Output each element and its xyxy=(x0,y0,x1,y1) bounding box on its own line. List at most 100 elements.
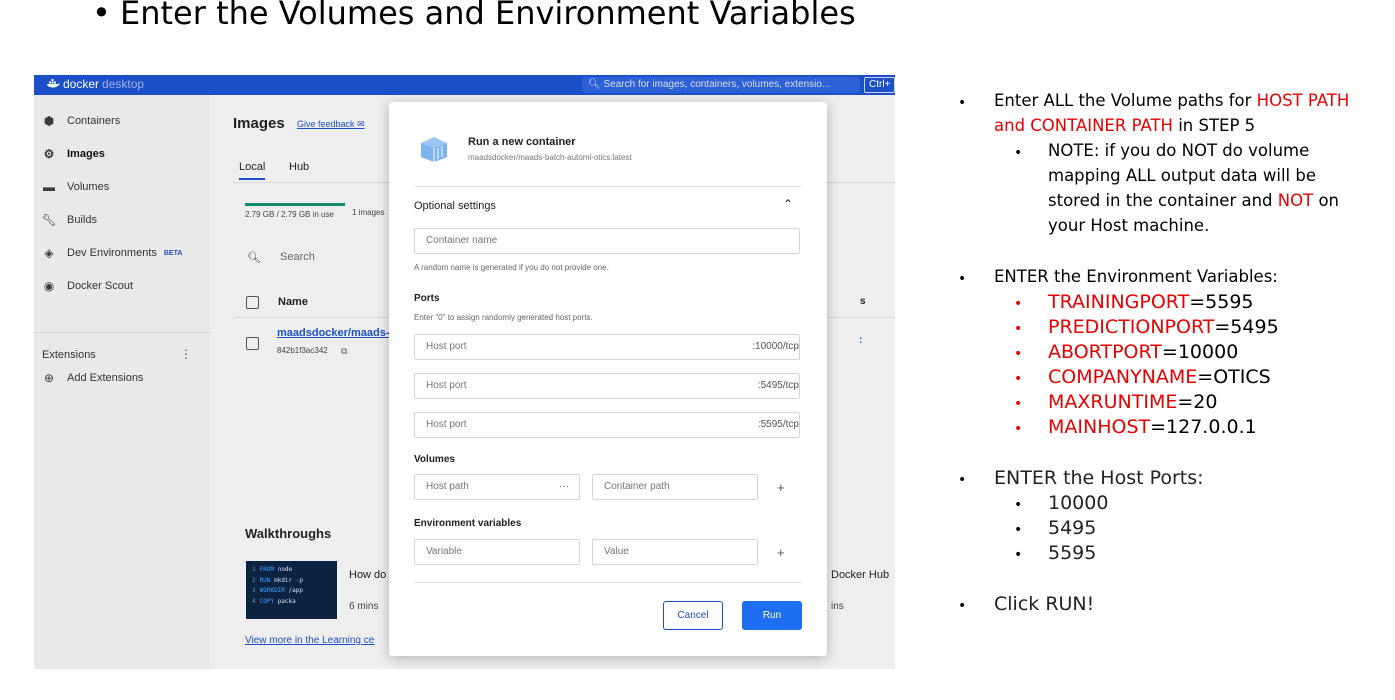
search-icon: 🔍︎ xyxy=(588,79,604,90)
sidebar-item-dev-environments[interactable]: ◈ Dev Environments BETA xyxy=(40,243,182,263)
env-var-maxruntime: MAXRUNTIME=20 xyxy=(1048,391,1218,413)
note-line2: mapping ALL output data will be xyxy=(1048,166,1317,185)
image-search-input[interactable]: Search xyxy=(280,251,315,263)
note-line1: NOTE: if you do NOT do volume xyxy=(1048,141,1310,160)
bullet-icon: • xyxy=(958,472,967,488)
global-search-input[interactable]: 🔍︎ Search for images, containers, volume… xyxy=(582,77,860,93)
walkthrough-code-thumbnail[interactable]: 1 FROM node 2 RUN mkdir -p 3 WORKDIR /app 4… xyxy=(246,561,337,619)
bullet-icon: • xyxy=(1014,371,1023,387)
bullet-icon: • xyxy=(1014,145,1023,161)
walkthrough-card2-title[interactable]: Docker Hub xyxy=(831,569,889,581)
row-checkbox[interactable] xyxy=(246,337,259,350)
beta-badge: BETA xyxy=(163,249,183,257)
wrench-icon: 🔧︎ xyxy=(41,213,57,227)
walkthrough-card-time: 6 mins xyxy=(349,601,379,612)
code-line: 3 WORKDIR /app xyxy=(252,587,303,594)
env-vars-label: Environment variables xyxy=(414,518,522,529)
bullet-icon: • xyxy=(1014,396,1023,412)
browse-more-icon[interactable]: ··· xyxy=(559,481,569,492)
feedback-link[interactable]: Give feedback ✉ xyxy=(297,119,365,130)
code-line: 4 COPY packa xyxy=(252,597,296,605)
host-port-input-5595[interactable]: Host port:5595/tcp xyxy=(414,412,800,438)
sidebar-divider xyxy=(34,332,210,333)
host-path-input[interactable]: Host path xyxy=(414,474,580,500)
add-env-var-icon[interactable]: + xyxy=(777,545,785,560)
env-var-mainhost: MAINHOST=127.0.0.1 xyxy=(1048,416,1257,438)
column-header-name[interactable]: Name xyxy=(278,296,308,308)
search-shortcut-badge: Ctrl+ xyxy=(864,77,895,93)
bullet-icon: • xyxy=(958,95,967,111)
code-line: 1 FROM node xyxy=(252,566,293,573)
bullet-icon: • xyxy=(1014,296,1023,312)
column-header-stub: s xyxy=(860,296,866,307)
bullet-icon: • xyxy=(958,271,967,287)
sidebar-item-docker-scout[interactable]: ◉ Docker Scout xyxy=(40,276,133,296)
port-suffix: :5495/tcp xyxy=(757,380,799,391)
tab-local[interactable]: Local xyxy=(239,161,266,180)
extensions-menu-icon[interactable]: ⋮ xyxy=(180,347,192,361)
walkthrough-card2-time: ins xyxy=(831,601,844,612)
disk-usage-text: 2.79 GB / 2.79 GB in use xyxy=(245,210,334,219)
bullet-icon: • xyxy=(1014,547,1023,563)
volumes-label: Volumes xyxy=(414,454,455,465)
feedback-icon: ✉ xyxy=(357,119,365,129)
select-all-checkbox[interactable] xyxy=(246,296,259,309)
sidebar-item-builds[interactable]: 🔧︎ Builds xyxy=(40,210,97,230)
container-name-hint: A random name is generated if you do not… xyxy=(414,263,609,272)
bullet-icon: • xyxy=(92,0,111,32)
bullet-icon: • xyxy=(1014,497,1023,513)
env-var-companyname: COMPANYNAME=OTICS xyxy=(1048,366,1271,388)
ports-label: Ports xyxy=(414,293,440,304)
sidebar-item-volumes[interactable]: ▬ Volumes xyxy=(40,177,109,197)
container-path-input[interactable]: Container path xyxy=(592,474,758,500)
container-cube-icon xyxy=(421,137,447,162)
add-volume-icon[interactable]: + xyxy=(777,480,785,495)
walkthrough-card-title[interactable]: How do xyxy=(349,569,386,581)
dialog-footer-divider xyxy=(414,582,802,583)
docker-logo[interactable]: docker desktop xyxy=(46,77,144,91)
code-line: 2 RUN mkdir -p xyxy=(252,576,303,584)
docker-whale-icon xyxy=(47,79,60,88)
value-input[interactable]: Value xyxy=(592,539,758,565)
env-var-predictionport: PREDICTIONPORT=5495 xyxy=(1048,316,1279,338)
bullet-icon: • xyxy=(1014,346,1023,362)
ports-heading: ENTER the Host Ports: xyxy=(994,467,1204,489)
note-line3: stored in the container and NOT on xyxy=(1048,191,1340,210)
port-suffix: :10000/tcp xyxy=(752,341,799,352)
port-suffix: :5595/tcp xyxy=(757,419,799,430)
sidebar: ⬢ Containers ⚙ Images ▬ Volumes 🔧︎ Builds ◈ D… xyxy=(34,95,210,669)
tab-hub[interactable]: Hub xyxy=(289,161,309,173)
scout-icon: ◉ xyxy=(43,279,55,293)
volume-instruction-line2: and CONTAINER PATH in STEP 5 xyxy=(994,116,1256,135)
host-port-5595: 5595 xyxy=(1048,542,1097,564)
host-port-10000: 10000 xyxy=(1048,492,1109,514)
sidebar-item-images[interactable]: ⚙ Images xyxy=(40,144,105,164)
disk-usage-bar xyxy=(245,203,345,206)
walkthroughs-title: Walkthroughs xyxy=(245,526,332,541)
env-heading: ENTER the Environment Variables: xyxy=(994,267,1278,286)
image-name-link[interactable]: maadsdocker/maads- xyxy=(277,327,390,339)
copy-icon[interactable]: ⧉ xyxy=(341,346,347,357)
chevron-up-icon[interactable]: ⌃ xyxy=(783,197,793,211)
variable-input[interactable]: Variable xyxy=(414,539,580,565)
note-line4: your Host machine. xyxy=(1048,216,1210,235)
volumes-icon: ▬ xyxy=(43,180,55,194)
dialog-title: Run a new container xyxy=(468,136,576,148)
top-bar: docker desktop 🔍︎ Search for images, cont… xyxy=(34,75,895,95)
learning-center-link[interactable]: View more in the Learning ce xyxy=(245,635,374,646)
bullet-icon: • xyxy=(1014,321,1023,337)
ports-hint: Enter "0" to assign randomly generated h… xyxy=(414,313,593,322)
optional-settings-toggle[interactable]: Optional settings xyxy=(414,200,496,212)
add-extensions-button[interactable]: ⊕ Add Extensions xyxy=(40,368,143,388)
host-port-input-10000[interactable]: Host port:10000/tcp xyxy=(414,334,800,360)
image-count: 1 images xyxy=(352,208,385,217)
host-port-input-5495[interactable]: Host port:5495/tcp xyxy=(414,373,800,399)
sidebar-item-containers[interactable]: ⬢ Containers xyxy=(40,111,120,131)
container-name-input[interactable]: Container name xyxy=(414,228,800,254)
cancel-button[interactable]: Cancel xyxy=(663,601,723,630)
slide-title: • Enter the Volumes and Environment Varia… xyxy=(92,0,856,32)
dialog-divider xyxy=(414,186,802,187)
volume-instruction-line1: Enter ALL the Volume paths for HOST PATH xyxy=(994,91,1350,110)
row-stub: : xyxy=(859,335,863,346)
run-button[interactable]: Run xyxy=(742,601,802,630)
